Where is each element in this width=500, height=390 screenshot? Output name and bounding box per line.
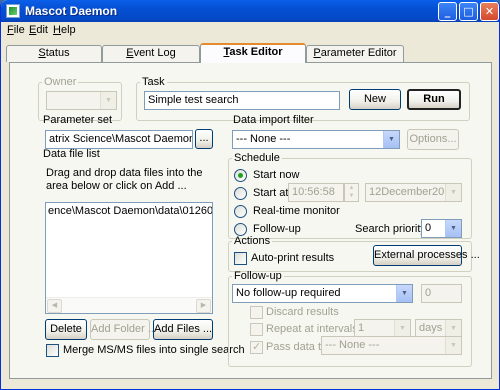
menu-edit[interactable]: Edit <box>29 24 48 36</box>
pass-data-label: Pass data to <box>266 341 328 353</box>
chevron-down-icon: ▼ <box>445 220 461 237</box>
pass-data-checkbox[interactable] <box>250 340 263 354</box>
owner-select[interactable]: ▼ <box>46 91 117 110</box>
discard-results-checkbox[interactable] <box>250 306 263 319</box>
auto-print-label: Auto-print results <box>251 252 335 264</box>
time-spinner[interactable]: ▲ ▼ <box>344 183 359 202</box>
start-at-radio[interactable] <box>234 187 247 200</box>
repeat-interval-checkbox[interactable] <box>250 323 263 336</box>
chevron-down-icon: ▼ <box>396 285 412 302</box>
data-import-select[interactable]: --- None --- ▼ <box>232 130 400 149</box>
horizontal-scrollbar[interactable]: ◀ ▶ <box>46 297 212 313</box>
merge-checkbox[interactable] <box>46 344 59 357</box>
tab-parameter-editor[interactable]: Parameter Editor <box>306 45 404 62</box>
import-options-button[interactable]: Options... <box>407 129 459 150</box>
chevron-down-icon: ▼ <box>394 320 410 337</box>
data-file-hint: Drag and drop data files into the area b… <box>46 167 203 192</box>
menu-help[interactable]: Help <box>53 24 76 36</box>
parameter-set-label: Parameter set <box>43 114 113 126</box>
close-icon[interactable]: ✕ <box>480 2 499 21</box>
tab-event-log[interactable]: Event Log <box>102 45 200 62</box>
chevron-down-icon: ▼ <box>445 337 461 354</box>
tab-task-editor[interactable]: Task Editor <box>200 43 306 63</box>
discard-results-label: Discard results <box>266 306 339 318</box>
start-date-picker[interactable]: 12December2011 ▼ <box>365 183 462 202</box>
start-now-radio[interactable] <box>234 169 247 182</box>
chevron-down-icon: ▼ <box>100 92 116 109</box>
scroll-left-icon[interactable]: ◀ <box>47 299 62 313</box>
parameter-set-browse-button[interactable]: ... <box>195 129 213 149</box>
follow-up-label: Follow-up <box>234 270 282 282</box>
add-folder-button[interactable]: Add Folder ... <box>90 319 157 340</box>
task-name-input[interactable]: Simple test search <box>144 91 340 110</box>
actions-label: Actions <box>234 235 271 247</box>
menu-file[interactable]: File <box>7 24 25 36</box>
schedule-label: Schedule <box>234 152 280 164</box>
spin-up-icon[interactable]: ▲ <box>345 184 358 192</box>
data-import-label: Data import filter <box>233 114 314 126</box>
menu-bar: File Edit Help <box>1 22 499 40</box>
search-priority-label: Search priority <box>355 223 426 235</box>
window-title: Mascot Daemon <box>25 4 118 18</box>
start-time-input[interactable]: 10:56:58 <box>288 183 344 202</box>
start-now-label: Start now <box>253 169 300 181</box>
app-icon <box>6 4 20 18</box>
title-bar[interactable]: Mascot Daemon _ □ ✕ <box>1 0 499 22</box>
scroll-right-icon[interactable]: ▶ <box>196 299 211 313</box>
task-label: Task <box>142 76 165 88</box>
list-item[interactable]: ence\Mascot Daemon\data\01260005.pkl <box>48 205 212 217</box>
minimize-icon[interactable]: _ <box>438 2 457 21</box>
chevron-down-icon: ▼ <box>445 184 461 201</box>
parameter-set-input[interactable]: atrix Science\Mascot Daemon\tour1.par <box>45 130 193 149</box>
realtime-monitor-label: Real-time monitor <box>253 205 340 217</box>
external-processes-button[interactable]: External processes ... <box>373 245 480 266</box>
main-window: Mascot Daemon _ □ ✕ File Edit Help Statu… <box>0 0 500 390</box>
owner-label: Owner <box>44 76 77 88</box>
spin-down-icon[interactable]: ▼ <box>345 192 358 200</box>
chevron-down-icon: ▼ <box>445 320 461 337</box>
follow-up-radio-label: Follow-up <box>253 223 301 235</box>
pass-data-target-select[interactable]: --- None --- ▼ <box>321 336 462 355</box>
add-files-button[interactable]: Add Files ... <box>153 319 213 340</box>
start-at-label: Start at <box>253 187 289 199</box>
auto-print-checkbox[interactable] <box>234 252 247 265</box>
delete-button[interactable]: Delete <box>45 319 87 340</box>
follow-up-mode-select[interactable]: No follow-up required ▼ <box>232 284 413 303</box>
realtime-monitor-radio[interactable] <box>234 205 247 218</box>
data-file-list-label: Data file list <box>43 148 100 160</box>
chevron-down-icon: ▼ <box>383 131 399 148</box>
tab-status[interactable]: Status <box>6 45 102 62</box>
task-editor-panel: Owner ▼ Task Simple test search New Run … <box>9 62 492 379</box>
merge-label: Merge MS/MS files into single search <box>63 344 245 356</box>
follow-up-count-input[interactable]: 0 <box>421 284 462 303</box>
run-button[interactable]: Run <box>407 89 461 110</box>
maximize-icon[interactable]: □ <box>459 2 478 21</box>
new-task-button[interactable]: New <box>349 89 401 110</box>
data-file-listbox[interactable]: ence\Mascot Daemon\data\01260005.pkl ◀ ▶ <box>45 202 213 314</box>
